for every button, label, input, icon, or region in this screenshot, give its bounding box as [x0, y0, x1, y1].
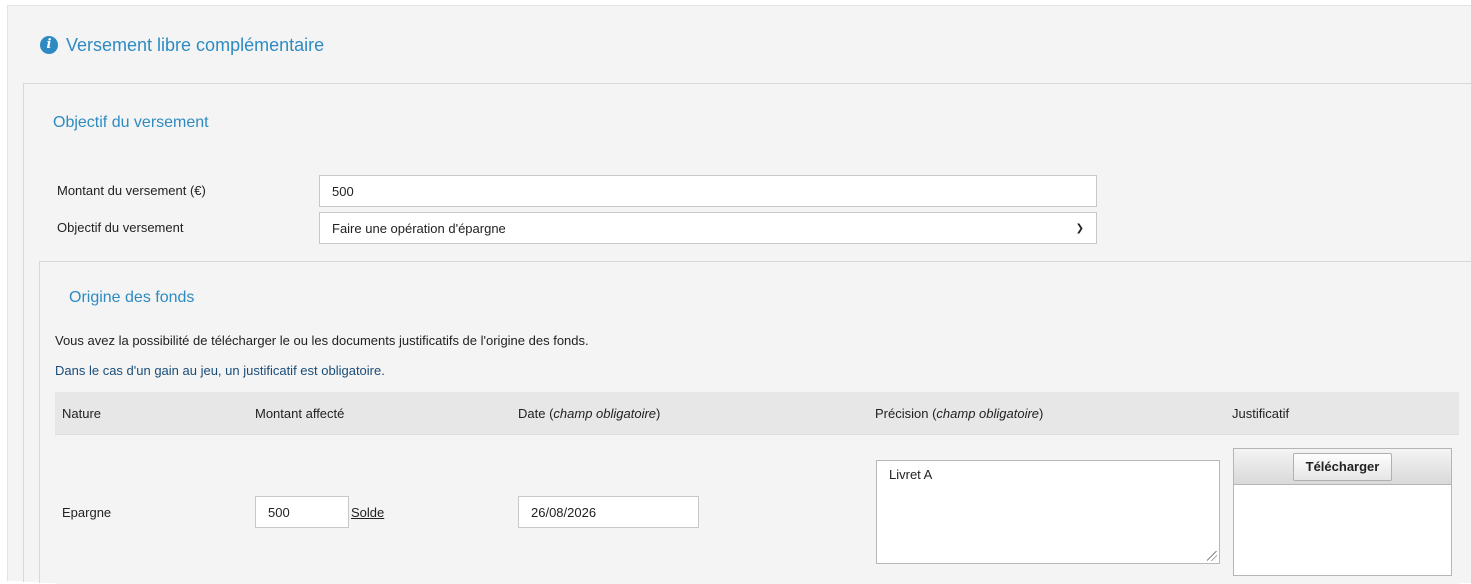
- upload-button[interactable]: Télécharger: [1292, 452, 1393, 481]
- header-nature: Nature: [62, 406, 102, 421]
- header-date-em: champ obligatoire: [553, 406, 657, 421]
- header-precision-suffix: ): [1039, 406, 1044, 421]
- origine-description: Vous avez la possibilité de télécharger …: [55, 333, 589, 348]
- montant-input[interactable]: [319, 175, 1097, 207]
- date-input[interactable]: [518, 496, 699, 528]
- table-header: Nature Montant affecté Date (champ oblig…: [55, 392, 1459, 434]
- header-date-prefix: Date (: [518, 406, 554, 421]
- header-date: Date (champ obligatoire): [518, 406, 660, 421]
- montant-label: Montant du versement (€): [57, 183, 206, 198]
- precision-text: Livret A: [889, 467, 933, 482]
- objectif-label: Objectif du versement: [57, 220, 184, 235]
- header-date-suffix: ): [656, 406, 661, 421]
- row-montant-input[interactable]: [255, 496, 349, 528]
- table-row: Epargne Solde Livret A Télécharger: [55, 434, 1459, 584]
- header-justificatif: Justificatif: [1232, 406, 1290, 421]
- origine-panel: Origine des fonds Vous avez la possibili…: [39, 261, 1471, 584]
- header-precision-prefix: Précision (: [875, 406, 937, 421]
- page-title: i Versement libre complémentaire: [40, 34, 324, 56]
- objectif-section-title: Objectif du versement: [53, 114, 209, 131]
- upload-header: Télécharger: [1234, 449, 1451, 485]
- resize-grip-icon[interactable]: [1207, 551, 1217, 561]
- objectif-panel: Objectif du versement Montant du verseme…: [23, 83, 1471, 584]
- header-precision: Précision (champ obligatoire): [875, 406, 1043, 421]
- precision-textarea[interactable]: Livret A: [876, 460, 1220, 564]
- justificatif-upload: Télécharger: [1233, 448, 1452, 576]
- objectif-select[interactable]: Faire une opération d'épargne ❯: [319, 212, 1097, 244]
- header-precision-em: champ obligatoire: [936, 406, 1040, 421]
- main-container: i Versement libre complémentaire Objecti…: [7, 5, 1471, 584]
- origine-section-title: Origine des fonds: [69, 289, 195, 306]
- header-montant: Montant affecté: [255, 406, 345, 421]
- origine-note: Dans le cas d'un gain au jeu, un justifi…: [55, 363, 385, 378]
- row-nature: Epargne: [62, 505, 112, 520]
- info-icon: i: [40, 36, 58, 54]
- objectif-select-value: Faire une opération d'épargne: [332, 220, 506, 236]
- page-title-text: Versement libre complémentaire: [66, 34, 325, 55]
- chevron-down-icon: ❯: [1075, 222, 1084, 234]
- solde-link[interactable]: Solde: [351, 505, 384, 520]
